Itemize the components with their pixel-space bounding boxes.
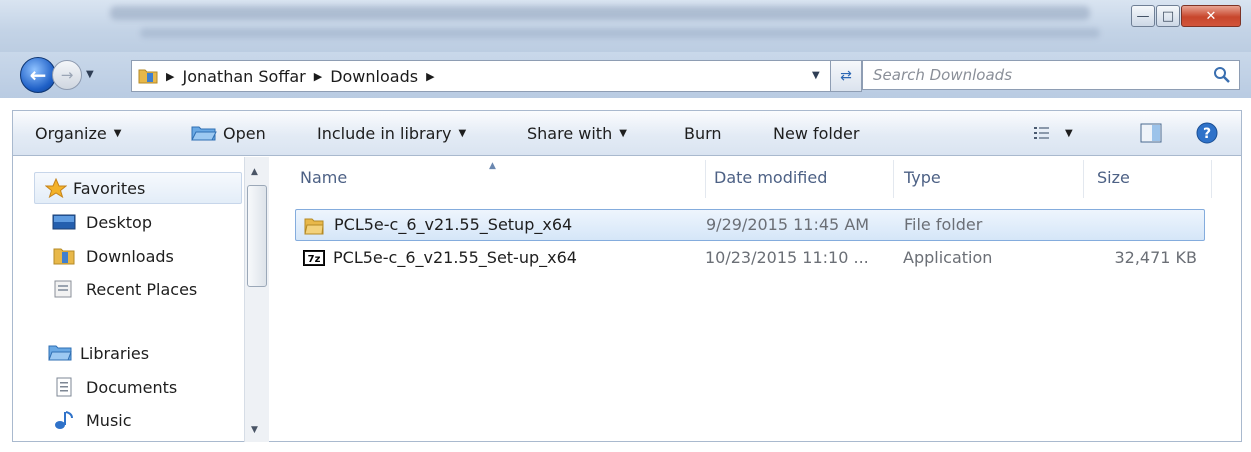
title-bar [0,0,1251,52]
open-folder-icon [191,126,217,141]
new-folder-button[interactable]: New folder [773,124,859,143]
share-with-button[interactable]: Share with ▼ [527,124,627,143]
file-type: Application [903,248,993,267]
command-bar: Organize ▼ Open Include in library ▼ Share… [12,110,1242,156]
file-size: 32,471 KB [1114,248,1197,267]
breadcrumb-arrow-icon[interactable]: ▶ [314,70,322,83]
address-bar[interactable]: ▶ Jonathan Soffar ▶ Downloads ▶ [131,60,849,92]
new-folder-label: New folder [773,123,860,143]
nav-label-documents: Documents [86,377,178,397]
scroll-down-arrow-icon[interactable]: ▼ [251,425,258,435]
nav-item-documents[interactable]: Documents [52,377,177,397]
7zip-icon: 7z [303,250,325,266]
column-header-date-modified[interactable]: Date modified [714,168,827,187]
chevron-down-icon: ▼ [113,127,122,139]
sort-indicator-icon: ▲ [489,161,496,171]
recent-pages-dropdown[interactable]: ▼ [86,69,94,80]
nav-label-recent-places: Recent Places [86,279,198,299]
file-date-modified: 9/29/2015 11:45 AM [706,215,870,234]
column-header-type[interactable]: Type [904,168,941,187]
refresh-button[interactable]: ⇄ [830,60,862,92]
desktop-icon [52,214,76,229]
search-placeholder: Search Downloads [873,66,1013,84]
breadcrumb-item-downloads[interactable]: Downloads [330,67,418,86]
column-header-name[interactable]: Name [300,168,347,187]
breadcrumb-item-user[interactable]: Jonathan Soffar [182,67,305,86]
change-view-button[interactable]: ▼ [1033,125,1073,141]
nav-item-favorites[interactable]: Favorites [34,172,242,204]
column-header-size[interactable]: Size [1097,168,1130,187]
chevron-down-icon[interactable]: ▼ [1065,128,1073,139]
organize-button[interactable]: Organize ▼ [35,124,121,143]
include-in-library-button[interactable]: Include in library ▼ [317,124,466,143]
search-input[interactable]: Search Downloads [862,60,1240,90]
back-button[interactable]: ← [20,57,56,93]
documents-icon [56,377,72,397]
blurred-background-2 [140,28,1100,38]
column-divider[interactable] [705,160,706,198]
address-dropdown-icon[interactable]: ▼ [812,70,820,81]
recent-places-icon [54,280,72,298]
refresh-icon: ⇄ [840,68,852,84]
share-with-label: Share with [527,123,613,143]
downloads-folder-icon [53,248,75,265]
star-icon [45,178,67,198]
help-button[interactable]: ? [1196,122,1218,144]
nav-label-favorites: Favorites [73,178,146,198]
file-type: File folder [904,215,983,234]
svg-text:7z: 7z [308,254,321,265]
view-options-icon [1034,127,1049,139]
nav-label-music: Music [86,410,132,430]
folder-icon [304,218,324,235]
column-divider[interactable] [1211,160,1212,198]
maximize-button[interactable]: □ [1156,5,1180,27]
libraries-icon [48,345,72,361]
open-button[interactable]: Open [191,124,266,143]
nav-label-downloads: Downloads [86,246,174,266]
forward-button[interactable]: → [52,60,82,90]
search-icon[interactable] [1213,66,1231,84]
column-divider[interactable] [1083,160,1084,198]
close-button[interactable]: ✕ [1181,5,1241,27]
scrollbar-thumb[interactable] [247,185,267,287]
back-arrow-icon: ← [29,63,47,87]
burn-button[interactable]: Burn [684,124,722,143]
svg-text:?: ? [1203,126,1211,142]
blurred-background [110,6,1090,20]
chevron-down-icon: ▼ [458,127,467,139]
file-name: PCL5e-c_6_v21.55_Setup_x64 [334,215,573,234]
file-date-modified: 10/23/2015 11:10 ... [705,248,869,267]
folder-icon [138,69,158,84]
preview-pane-icon [1140,123,1162,143]
chevron-down-icon: ▼ [619,127,627,139]
minimize-button[interactable]: — [1131,5,1155,27]
file-row[interactable]: PCL5e-c_6_v21.55_Setup_x64 9/29/2015 11:… [295,209,1205,241]
forward-arrow-icon: → [60,66,74,84]
navigation-pane: Favorites Desktop Downloads Recent Place… [12,157,244,442]
preview-pane-button[interactable] [1140,123,1162,143]
nav-item-downloads[interactable]: Downloads [52,246,174,266]
music-icon [55,411,73,429]
burn-label: Burn [684,123,722,143]
nav-item-music[interactable]: Music [52,410,132,430]
nav-label-libraries: Libraries [80,343,150,363]
open-label: Open [223,123,266,143]
file-name: PCL5e-c_6_v21.55_Set-up_x64 [333,248,577,267]
nav-label-desktop: Desktop [86,213,152,232]
file-row[interactable]: 7z PCL5e-c_6_v21.55_Set-up_x64 10/23/201… [295,243,1205,275]
include-in-library-label: Include in library [317,123,452,143]
organize-label: Organize [35,123,107,143]
breadcrumb-arrow-icon[interactable]: ▶ [426,70,434,83]
breadcrumb-arrow-icon[interactable]: ▶ [166,70,174,83]
nav-item-libraries[interactable]: Libraries [48,343,149,363]
column-divider[interactable] [893,160,894,198]
nav-item-recent-places[interactable]: Recent Places [52,279,197,299]
scroll-up-arrow-icon[interactable]: ▲ [251,167,258,177]
nav-item-desktop[interactable]: Desktop [52,213,152,232]
help-icon: ? [1196,122,1218,144]
